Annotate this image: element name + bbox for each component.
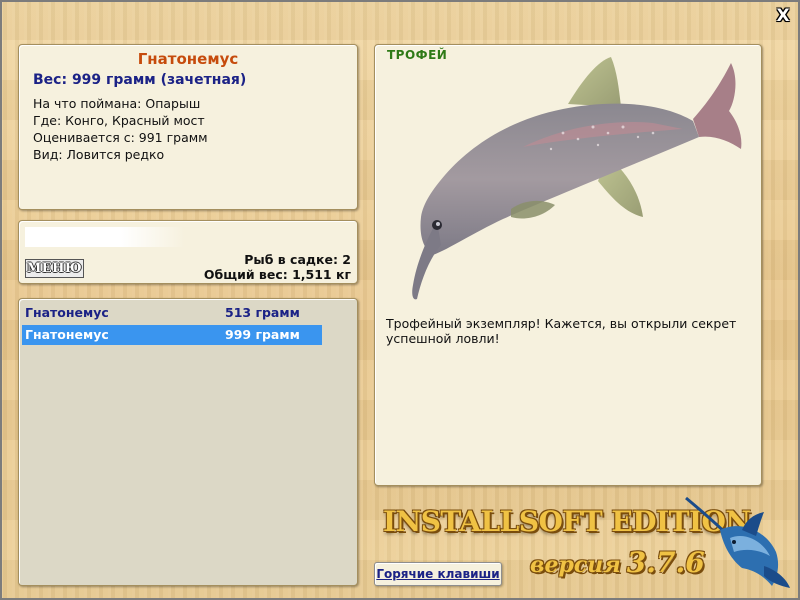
catch-row[interactable]: Гнатонемус 513 грамм	[22, 303, 322, 323]
trophy-description: Трофейный экземпляр! Кажется, вы открыли…	[386, 316, 737, 346]
empty-field	[25, 227, 185, 247]
fish-weight: Вес: 999 грамм (зачетная)	[33, 72, 247, 88]
catch-weight: 999 грамм	[225, 327, 300, 342]
rarity-info: Вид: Ловится редко	[33, 147, 165, 162]
menu-button[interactable]: МЕНЮ	[25, 259, 84, 278]
marlin-icon	[685, 496, 790, 588]
fish-picture-panel: ТРОФЕЙ Трофейный экземпляр! Кажется, вы …	[374, 44, 762, 486]
version-word: версия	[530, 552, 621, 578]
threshold-info: Оценивается с: 991 грамм	[33, 130, 208, 145]
fish-info-panel: Гнатонемус Вес: 999 грамм (зачетная) На …	[18, 44, 358, 210]
edition-logo: INSTALLSOFT EDITION	[383, 505, 751, 538]
keepnet-stats: Рыб в садке: 2 Общий вес: 1,511 кг	[204, 252, 351, 282]
location-info: Где: Конго, Красный мост	[33, 113, 205, 128]
catch-weight: 513 грамм	[225, 305, 300, 320]
fish-count: Рыб в садке: 2	[244, 252, 351, 267]
catch-name: Гнатонемус	[25, 327, 109, 342]
keepnet-summary-panel: МЕНЮ Рыб в садке: 2 Общий вес: 1,511 кг	[18, 220, 358, 284]
fish-name-title: Гнатонемус	[137, 50, 239, 68]
catch-name: Гнатонемус	[25, 305, 109, 320]
catch-list: Гнатонемус 513 грамм Гнатонемус 999 грам…	[18, 298, 358, 586]
hotkeys-button[interactable]: Горячие клавиши	[374, 562, 502, 586]
close-button[interactable]: X	[774, 7, 792, 25]
total-weight: Общий вес: 1,511 кг	[203, 267, 351, 282]
bait-info: На что поймана: Опарыш	[33, 96, 201, 111]
elephantnose-fish-icon	[412, 57, 742, 300]
version-logo: версия 3.7.6	[530, 546, 705, 582]
catch-row-selected[interactable]: Гнатонемус 999 грамм	[22, 325, 322, 345]
fish-details: На что поймана: Опарыш Где: Конго, Красн…	[33, 95, 357, 163]
